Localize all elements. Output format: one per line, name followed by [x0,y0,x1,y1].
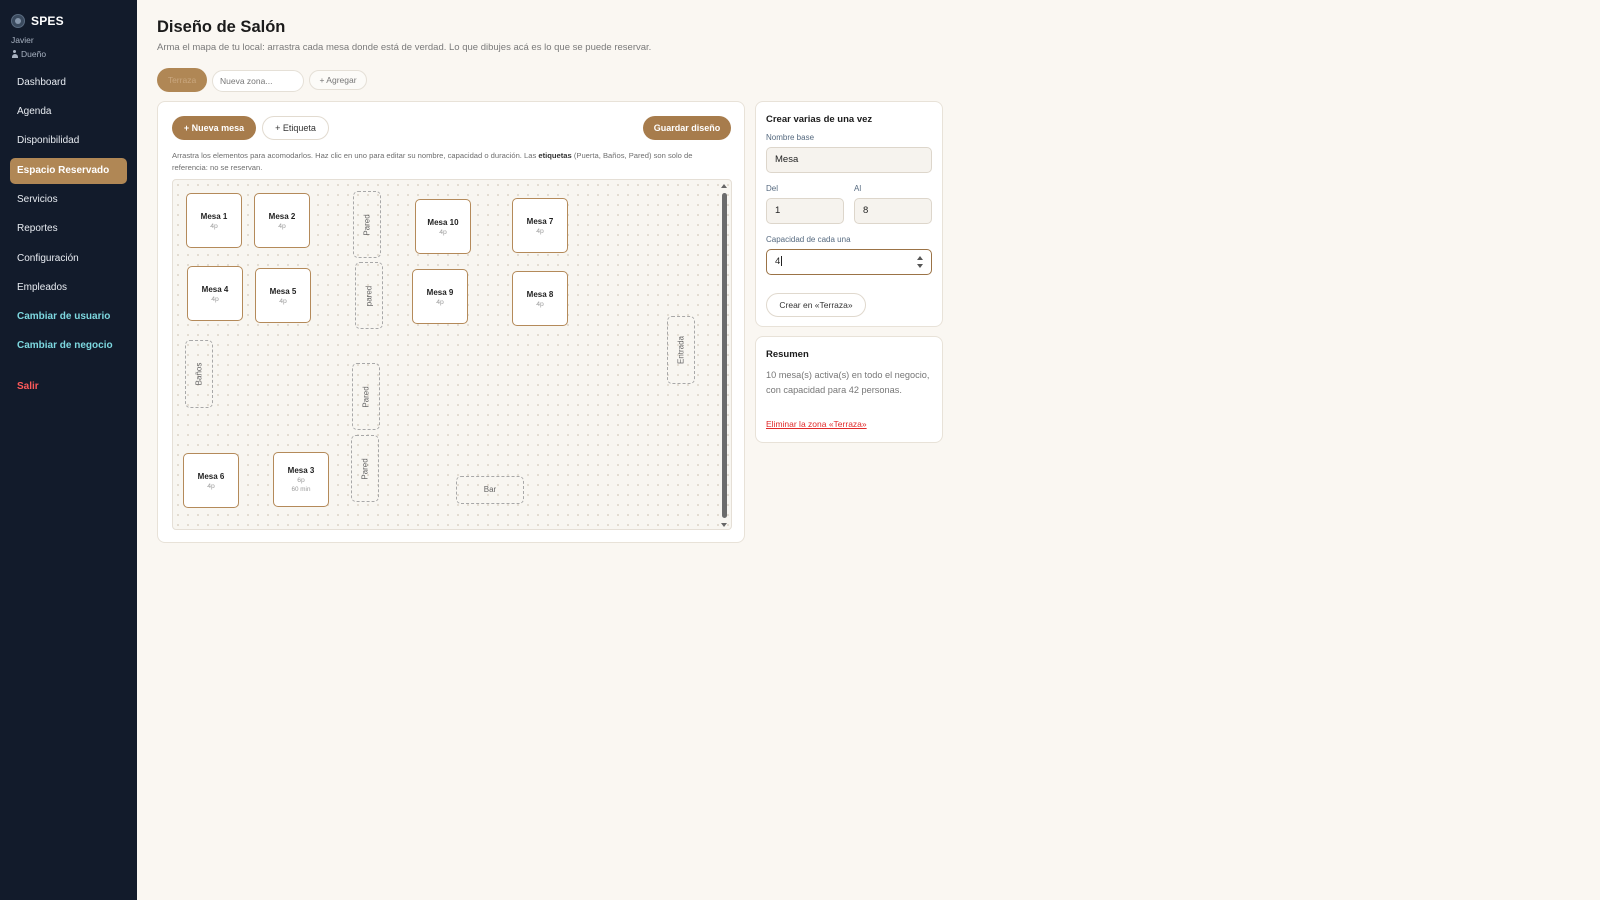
from-label: Del [766,184,779,193]
from-input[interactable]: 1 [766,198,844,224]
table-name: Mesa 5 [269,286,297,296]
label-pared[interactable]: Pared [353,191,381,258]
table-duration: 60 min [291,486,311,493]
capacity-value: 4 [775,256,781,267]
table-capacity: 4p [536,227,544,235]
table-mesa-2[interactable]: Mesa 2 4p [254,193,310,248]
table-name: Mesa 9 [426,287,454,297]
label-text: Pared [361,385,371,408]
new-label-button[interactable]: + Etiqueta [262,116,329,140]
create-in-zone-button[interactable]: Crear en «Terraza» [766,293,866,317]
user-name: Javier [11,35,34,45]
person-icon [11,50,18,58]
to-label: Al [854,184,862,193]
scroll-down-icon[interactable] [721,523,727,527]
table-capacity: 4p [278,222,286,230]
number-stepper-icon[interactable] [917,256,923,268]
label-text: Pared [362,213,372,236]
canvas-scrollbar[interactable] [721,182,728,527]
label-text: Entrada [676,335,686,365]
sidebar-item-dashboard[interactable]: Dashboard [10,70,127,96]
floor-canvas[interactable]: Mesa 1 4p Mesa 2 4p Mesa 10 4p Mesa 7 4p… [172,179,732,530]
table-capacity: 4p [536,300,544,308]
sidebar-item-reportes[interactable]: Reportes [10,216,127,242]
help-text-bold: etiquetas [538,151,572,160]
new-table-button[interactable]: + Nueva mesa [172,116,256,140]
table-name: Mesa 4 [201,284,229,294]
table-name: Mesa 10 [427,217,459,227]
zone-tab-terraza[interactable]: Terraza [157,68,207,92]
page-subtitle: Arma el mapa de tu local: arrastra cada … [157,42,652,53]
table-mesa-1[interactable]: Mesa 1 4p [186,193,242,248]
scroll-up-icon[interactable] [721,184,727,188]
floor-editor-card: + Nueva mesa + Etiqueta Guardar diseño A… [157,101,745,543]
table-name: Mesa 3 [287,466,315,475]
brand[interactable]: SPES [11,14,64,28]
label-pared[interactable]: pared [355,262,383,329]
sidebar-item-empleados[interactable]: Empleados [10,275,127,301]
user-role: Dueño [11,49,46,59]
summary-card: Resumen 10 mesa(s) activa(s) en todo el … [755,336,943,443]
editor-help-text: Arrastra los elementos para acomodarlos.… [172,150,727,174]
sidebar-item-salir[interactable]: Salir [10,374,127,400]
table-name: Mesa 6 [197,471,225,481]
table-mesa-3[interactable]: Mesa 3 6p 60 min [273,452,329,507]
summary-text: 10 mesa(s) activa(s) en todo el negocio,… [766,370,930,395]
table-mesa-9[interactable]: Mesa 9 4p [412,269,468,324]
label-text: pared [364,285,374,306]
new-zone-input[interactable] [212,70,304,92]
table-capacity: 4p [436,298,444,306]
capacity-label: Capacidad de cada una [766,235,851,244]
base-name-input[interactable]: Mesa [766,147,932,173]
label-text: Pared [360,457,370,480]
text-caret [781,256,783,267]
delete-zone-link[interactable]: Eliminar la zona «Terraza» [766,419,867,429]
table-name: Mesa 8 [526,289,554,299]
scrollbar-thumb[interactable] [722,193,727,518]
base-name-label: Nombre base [766,133,815,142]
user-role-label: Dueño [21,49,47,59]
brand-logo-icon [11,14,25,28]
table-capacity: 4p [207,482,215,490]
table-capacity: 4p [439,228,447,236]
sidebar-item-servicios[interactable]: Servicios [10,187,127,213]
sidebar: SPES Javier Dueño Dashboard Agenda Dispo… [0,0,137,900]
to-input[interactable]: 8 [854,198,932,224]
save-design-button[interactable]: Guardar diseño [643,116,731,140]
table-name: Mesa 1 [200,211,228,221]
table-capacity: 4p [210,222,218,230]
label-text: Baños [194,362,204,386]
label-entrada[interactable]: Entrada [667,316,695,384]
summary-title: Resumen [766,349,809,360]
label-banos[interactable]: Baños [185,340,213,408]
label-pared[interactable]: Pared [351,435,379,502]
label-bar[interactable]: Bar [456,476,524,504]
bulk-create-title: Crear varias de una vez [766,114,873,125]
table-mesa-7[interactable]: Mesa 7 4p [512,198,568,253]
table-name: Mesa 2 [268,211,296,221]
table-mesa-8[interactable]: Mesa 8 4p [512,271,568,326]
table-name: Mesa 7 [526,216,554,226]
capacity-input[interactable]: 4 [766,249,932,275]
sidebar-item-espacio-reservado[interactable]: Espacio Reservado [10,158,127,184]
sidebar-item-configuracion[interactable]: Configuración [10,246,127,272]
page-title: Diseño de Salón [157,18,286,36]
add-zone-button[interactable]: + Agregar [309,70,367,90]
bulk-create-card: Crear varias de una vez Nombre base Mesa… [755,101,943,327]
table-mesa-6[interactable]: Mesa 6 4p [183,453,239,508]
table-mesa-4[interactable]: Mesa 4 4p [187,266,243,321]
table-capacity: 4p [211,295,219,303]
sidebar-item-agenda[interactable]: Agenda [10,99,127,125]
help-text-pre: Arrastra los elementos para acomodarlos.… [172,151,539,160]
table-mesa-5[interactable]: Mesa 5 4p [255,268,311,323]
sidebar-item-disponibilidad[interactable]: Disponibilidad [10,128,127,154]
sidebar-item-cambiar-usuario[interactable]: Cambiar de usuario [10,304,127,330]
sidebar-item-cambiar-negocio[interactable]: Cambiar de negocio [10,333,127,359]
table-capacity: 6p [297,477,305,484]
table-mesa-10[interactable]: Mesa 10 4p [415,199,471,254]
label-pared[interactable]: Pared [352,363,380,430]
brand-name: SPES [31,14,64,28]
table-capacity: 4p [279,297,287,305]
